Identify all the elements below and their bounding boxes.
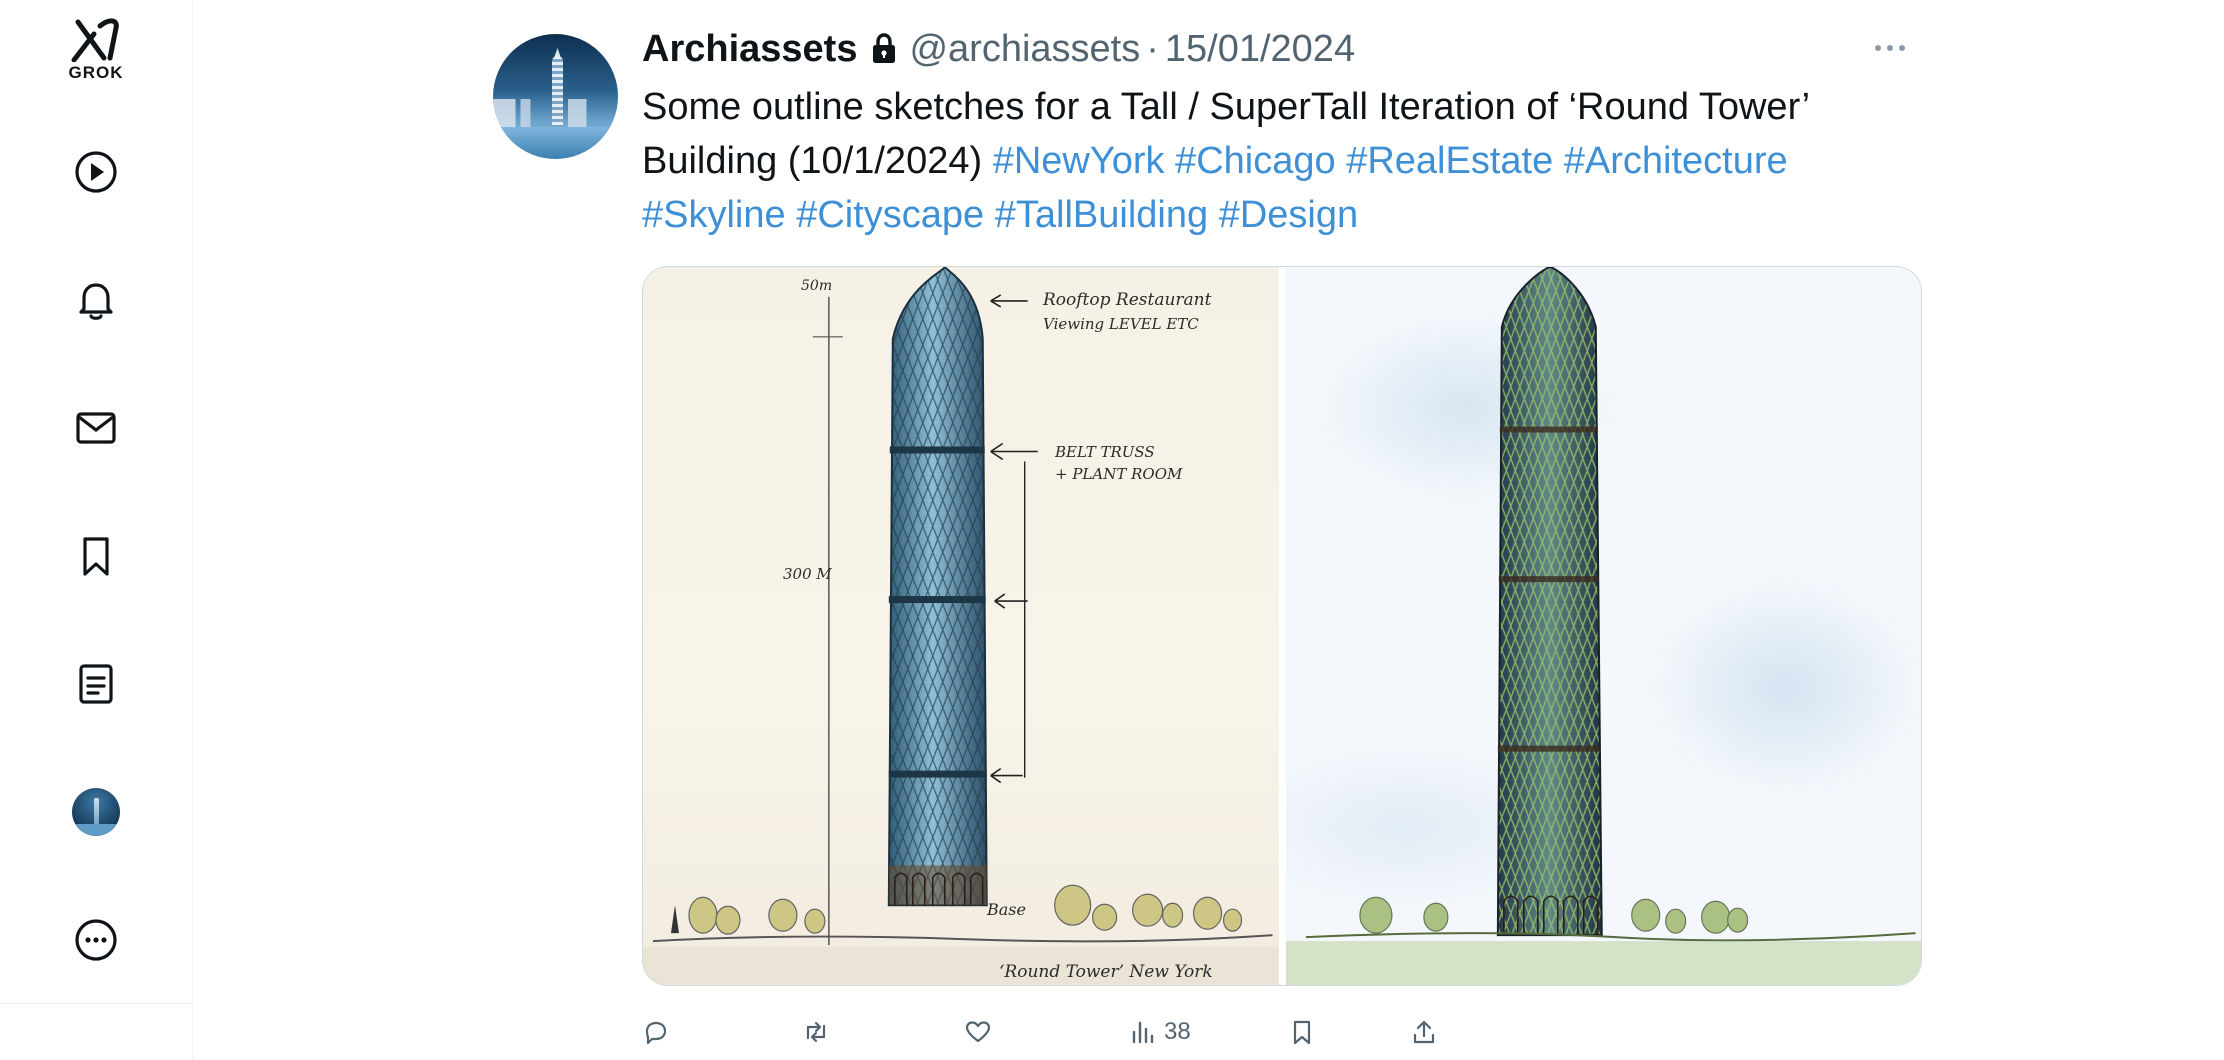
hashtag[interactable]: #RealEstate [1346, 140, 1553, 182]
annotation-height-top: 50m [801, 278, 833, 294]
tower-sketch-drawing [643, 267, 1279, 985]
hashtag[interactable]: #Architecture [1564, 140, 1788, 182]
nav-video-button[interactable] [64, 140, 128, 204]
tweet-media-grid: 50m 300 M Rooftop Restaurant Viewing LEV… [642, 266, 1922, 986]
tweet-text: Some outline sketches for a Tall / Super… [642, 80, 1932, 242]
hashtag[interactable]: #TallBuilding [995, 194, 1208, 236]
hashtag[interactable]: #Cityscape [796, 194, 984, 236]
bookmark-action-button[interactable] [1288, 1008, 1316, 1056]
views-count: 38 [1164, 1018, 1191, 1045]
analytics-bar-icon [1132, 1021, 1154, 1044]
left-nav-rail: GROK [0, 0, 193, 1060]
annotation-rooftop: Rooftop Restaurant [1043, 290, 1212, 310]
heart-icon [965, 1021, 991, 1043]
grok-label: GROK [68, 62, 124, 82]
annotation-height-main: 300 M [783, 565, 832, 583]
play-circle-icon [75, 151, 117, 193]
grok-logo-button[interactable]: GROK [56, 8, 136, 88]
tweet-action-bar: 38 [642, 1008, 1922, 1056]
mail-icon [76, 412, 116, 444]
more-options-button[interactable] [1870, 34, 1910, 62]
author-avatar[interactable] [493, 34, 618, 159]
nav-notifications-button[interactable] [64, 268, 128, 332]
hashtag[interactable]: #Chicago [1175, 140, 1336, 182]
more-horizontal-icon [1875, 45, 1905, 51]
share-icon [1413, 1020, 1435, 1044]
annotation-viewing: Viewing LEVEL ETC [1043, 315, 1199, 333]
tweet-date[interactable]: 15/01/2024 [1165, 28, 1355, 71]
tweet-header: Archiassets @archiassets · 15/01/2024 [642, 18, 1930, 80]
bell-icon [79, 283, 113, 320]
lock-icon [869, 32, 899, 66]
hashtag[interactable]: #Design [1219, 194, 1358, 236]
annotation-base: Base [987, 900, 1026, 919]
reply-button[interactable] [642, 1008, 670, 1056]
nav-messages-button[interactable] [64, 396, 128, 460]
more-circle-icon [75, 919, 117, 961]
repost-button[interactable] [802, 1008, 830, 1056]
like-button[interactable] [964, 1008, 992, 1056]
nav-lists-button[interactable] [64, 652, 128, 716]
nav-divider [0, 1003, 193, 1004]
nav-bookmarks-button[interactable] [64, 524, 128, 588]
author-handle[interactable]: @archiassets [909, 28, 1140, 71]
tower-sketch-right[interactable] [1285, 267, 1921, 985]
grok-logo-icon [71, 18, 119, 62]
bookmark-icon [83, 537, 109, 576]
tower-watercolor-drawing [1285, 267, 1921, 985]
bookmark-icon [1293, 1020, 1311, 1045]
repost-icon [806, 1021, 826, 1043]
views-button[interactable]: 38 [1128, 1008, 1191, 1056]
document-icon [79, 664, 113, 704]
reply-icon [645, 1021, 667, 1045]
author-display-name[interactable]: Archiassets [642, 28, 857, 71]
annotation-plant-room: + PLANT ROOM [1055, 465, 1183, 483]
hashtag[interactable]: #Skyline [642, 194, 786, 236]
tweet-content: Archiassets @archiassets · 15/01/2024 So… [642, 18, 1932, 1045]
nav-profile-button[interactable] [64, 780, 128, 844]
share-button[interactable] [1410, 1008, 1438, 1056]
hashtag[interactable]: #NewYork [993, 140, 1165, 182]
avatar [72, 788, 120, 836]
annotation-belt-truss: BELT TRUSS [1055, 443, 1155, 461]
nav-more-button[interactable] [64, 908, 128, 972]
tower-sketch-left[interactable]: 50m 300 M Rooftop Restaurant Viewing LEV… [643, 267, 1279, 985]
separator: · [1146, 27, 1159, 70]
annotation-caption: ‘Round Tower’ New York [999, 962, 1213, 982]
